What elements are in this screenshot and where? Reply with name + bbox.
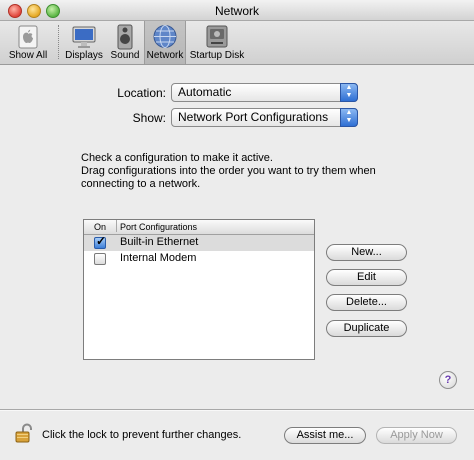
new-button[interactable]: New... xyxy=(326,244,407,261)
globe-icon xyxy=(153,25,177,48)
help-button[interactable]: ? xyxy=(439,371,457,389)
toolbar-sound[interactable]: Sound xyxy=(108,21,142,64)
apple-icon xyxy=(18,25,38,49)
location-value: Automatic xyxy=(178,85,232,99)
toolbar-startup-disk[interactable]: Startup Disk xyxy=(188,21,246,64)
instruction-line: connecting to a network. xyxy=(81,178,201,190)
hard-disk-icon xyxy=(206,25,228,48)
apply-now-button[interactable]: Apply Now xyxy=(376,427,457,444)
table-row[interactable]: Internal Modem xyxy=(84,251,314,267)
preferences-toolbar: Show All Displays Sound Network Startup … xyxy=(0,21,474,65)
duplicate-button[interactable]: Duplicate xyxy=(326,320,407,337)
speaker-icon xyxy=(117,24,133,50)
toolbar-show-all[interactable]: Show All xyxy=(2,21,54,64)
column-header-on[interactable]: On xyxy=(84,220,117,232)
toolbar-separator xyxy=(58,25,59,59)
display-icon xyxy=(72,26,96,48)
popup-arrows-icon: ▲ ▼ xyxy=(340,108,358,127)
footer-divider xyxy=(0,409,474,411)
instruction-line: Drag configurations into the order you w… xyxy=(81,165,376,177)
window-title: Network xyxy=(214,4,259,18)
toolbar-label: Show All xyxy=(8,50,48,61)
show-value: Network Port Configurations xyxy=(178,110,329,124)
location-label: Location: xyxy=(117,86,166,100)
toolbar-label: Displays xyxy=(65,50,103,61)
edit-button[interactable]: Edit xyxy=(326,269,407,286)
table-row[interactable]: ✓ Built-in Ethernet xyxy=(84,234,314,251)
show-label: Show: xyxy=(132,111,166,125)
port-configurations-table: On Port Configurations ✓ Built-in Ethern… xyxy=(83,219,315,360)
assist-me-button[interactable]: Assist me... xyxy=(284,427,366,444)
show-popup[interactable]: Network Port Configurations ▲ ▼ xyxy=(171,108,358,127)
table-header: On Port Configurations xyxy=(84,220,314,235)
toolbar-displays[interactable]: Displays xyxy=(62,21,106,64)
row-label: Internal Modem xyxy=(120,252,197,264)
toolbar-label: Startup Disk xyxy=(189,50,245,61)
instructions-text: Check a configuration to make it active.… xyxy=(81,152,411,191)
checkbox-built-in-ethernet[interactable]: ✓ xyxy=(94,234,107,249)
lock-instruction: Click the lock to prevent further change… xyxy=(42,429,242,441)
checkmark-icon: ✓ xyxy=(96,234,107,248)
popup-arrows-icon: ▲ ▼ xyxy=(340,83,358,102)
toolbar-network[interactable]: Network xyxy=(144,21,186,64)
toolbar-label: Sound xyxy=(110,50,140,61)
title-bar: Network xyxy=(0,0,474,21)
checkbox-internal-modem[interactable] xyxy=(94,253,106,265)
column-header-port[interactable]: Port Configurations xyxy=(120,220,197,234)
location-popup[interactable]: Automatic ▲ ▼ xyxy=(171,83,358,102)
lock-icon[interactable] xyxy=(14,422,36,444)
delete-button[interactable]: Delete... xyxy=(326,294,407,311)
row-label: Built-in Ethernet xyxy=(120,236,199,248)
toolbar-label: Network xyxy=(146,50,184,61)
instruction-line: Check a configuration to make it active. xyxy=(81,152,273,164)
